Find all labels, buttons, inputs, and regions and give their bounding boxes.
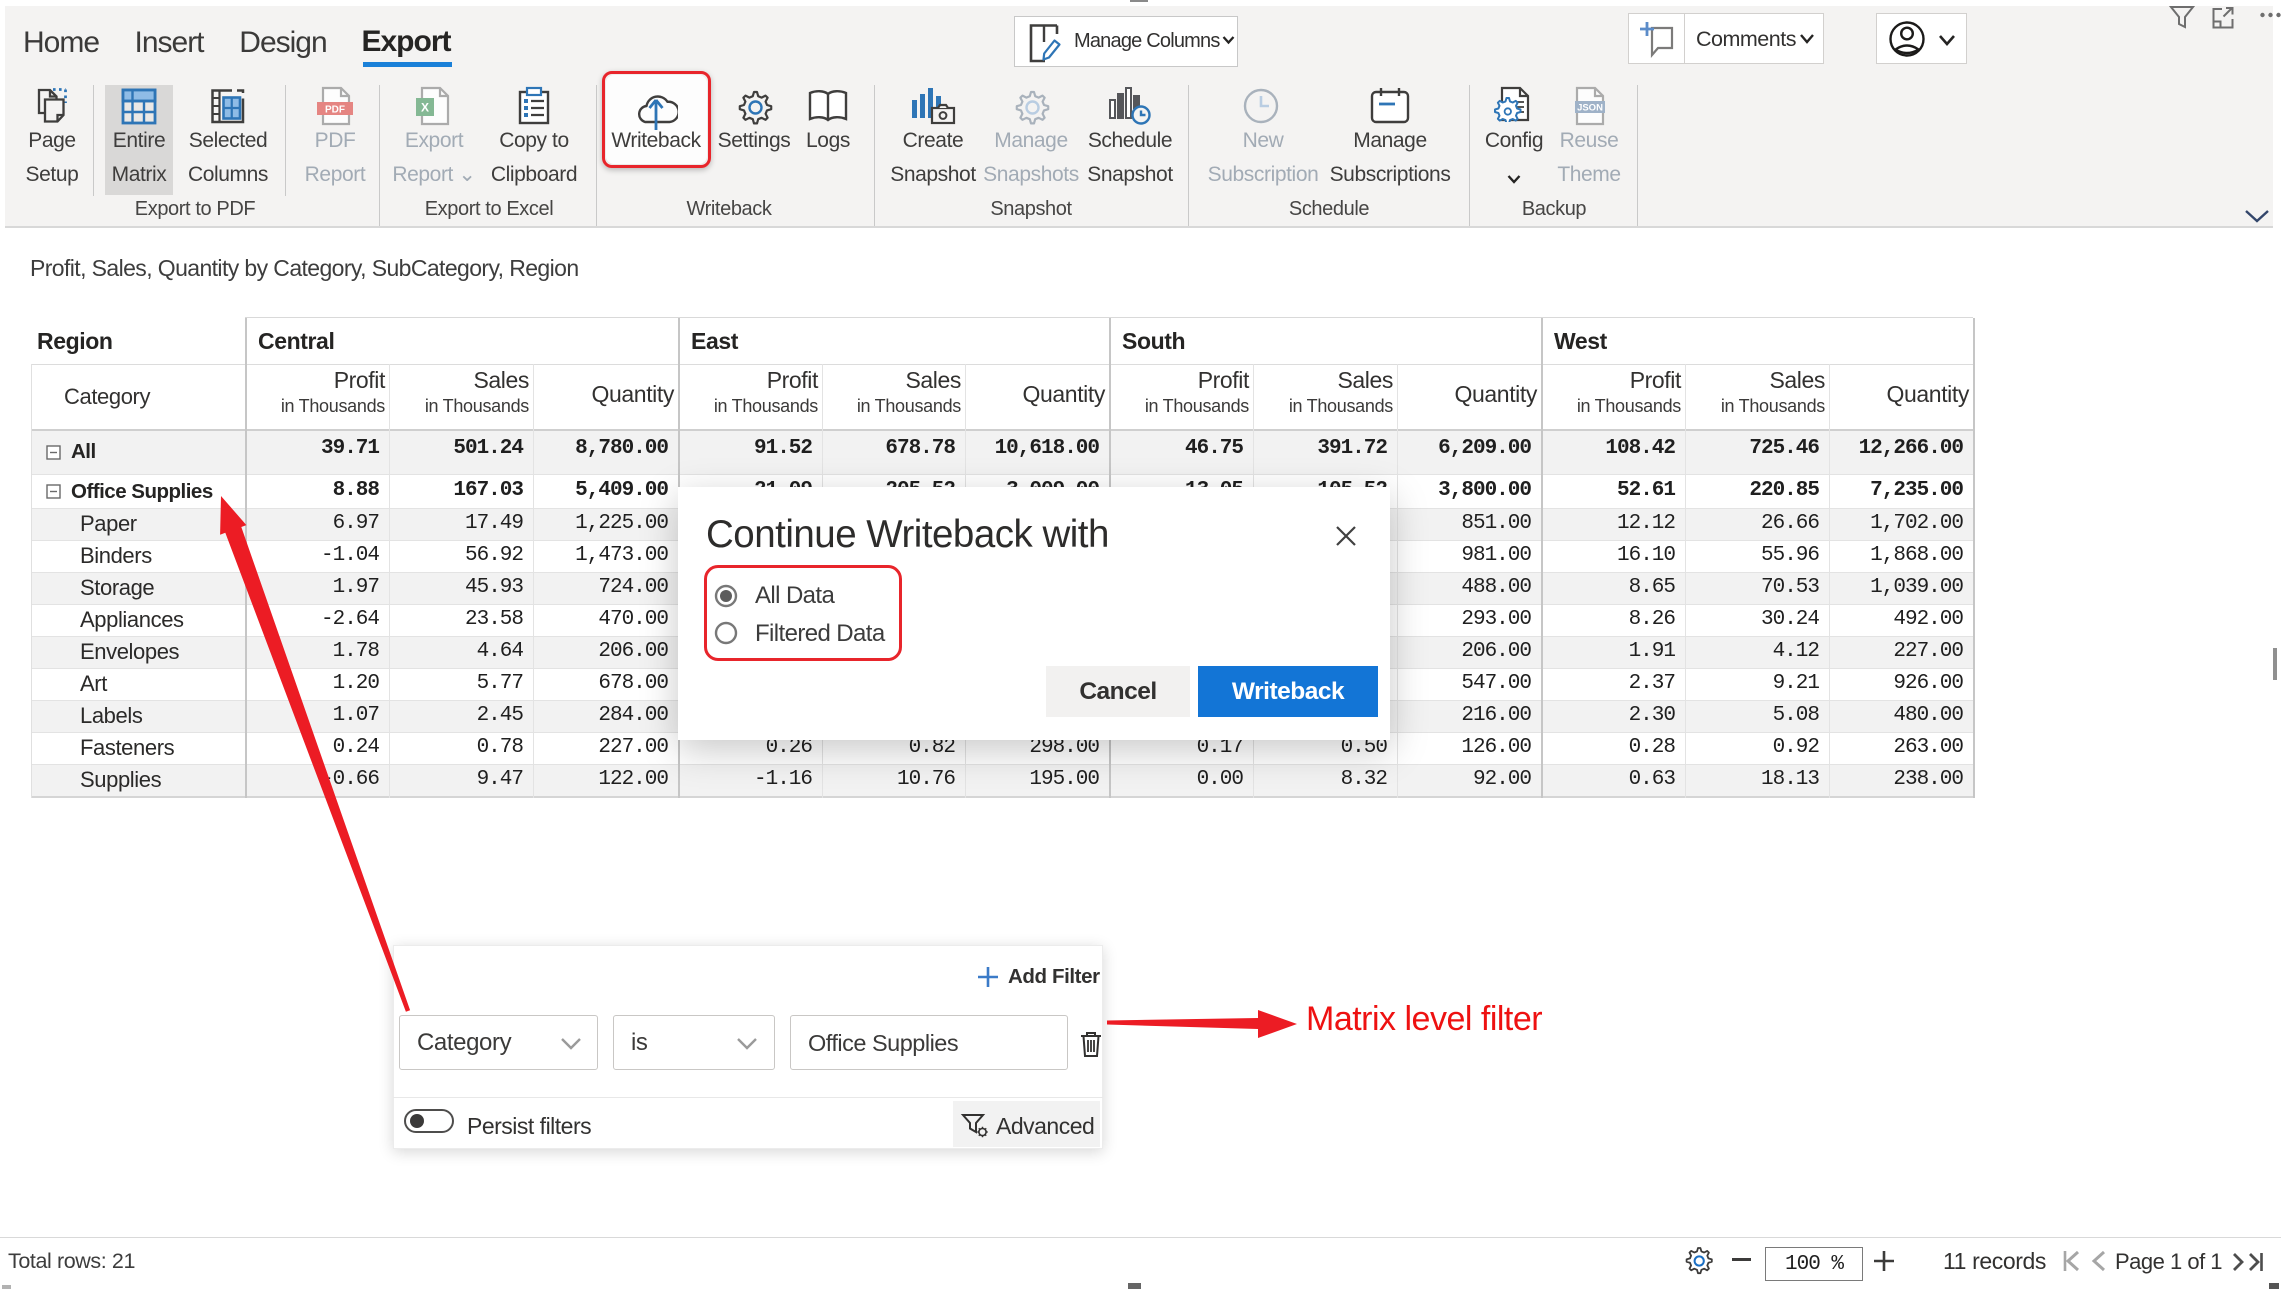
svg-text:JSON: JSON xyxy=(1577,103,1603,114)
svg-text:PDF: PDF xyxy=(325,105,345,116)
svg-text:X: X xyxy=(421,101,429,115)
